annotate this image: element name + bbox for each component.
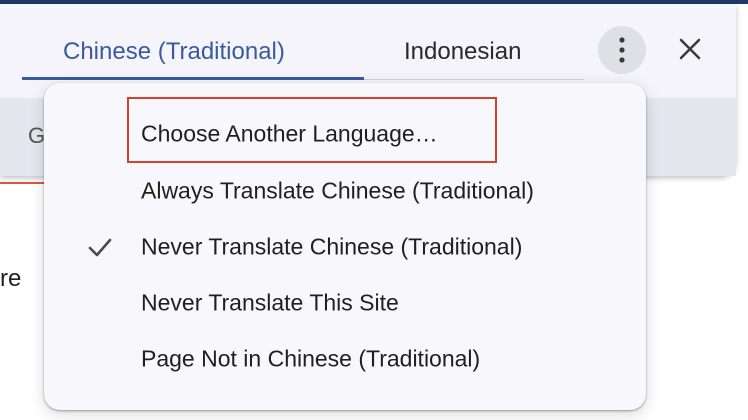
page-text-fragment: re xyxy=(0,265,22,292)
menu-item-label: Always Translate Chinese (Traditional) xyxy=(141,177,534,204)
checkmark-icon xyxy=(88,238,112,257)
menu-item-label: Never Translate Chinese (Traditional) xyxy=(141,233,523,260)
content-text-fragment: G xyxy=(28,123,46,148)
menu-item-never-translate-language[interactable]: Never Translate Chinese (Traditional) xyxy=(44,219,646,275)
menu-item-page-not-in-language[interactable]: Page Not in Chinese (Traditional) xyxy=(44,331,646,387)
close-button[interactable] xyxy=(672,31,708,67)
menu-item-label: Never Translate This Site xyxy=(141,289,399,316)
menu-item-never-translate-site[interactable]: Never Translate This Site xyxy=(44,275,646,331)
options-menu: Choose Another Language… Always Translat… xyxy=(44,83,646,410)
tab-divider xyxy=(364,79,584,80)
menu-item-always-translate[interactable]: Always Translate Chinese (Traditional) xyxy=(44,163,646,219)
close-icon xyxy=(679,38,701,60)
menu-item-label: Page Not in Chinese (Traditional) xyxy=(141,345,481,372)
tab-chinese-traditional[interactable]: Chinese (Traditional) xyxy=(63,38,285,66)
more-options-button[interactable] xyxy=(598,26,646,74)
page-underline-fragment xyxy=(0,182,44,184)
menu-item-choose-another-language[interactable]: Choose Another Language… xyxy=(44,106,646,162)
selected-tab-indicator xyxy=(22,77,364,80)
menu-item-label: Choose Another Language… xyxy=(141,120,438,147)
tab-indonesian[interactable]: Indonesian xyxy=(404,38,521,66)
vertical-ellipsis-icon xyxy=(619,37,625,63)
